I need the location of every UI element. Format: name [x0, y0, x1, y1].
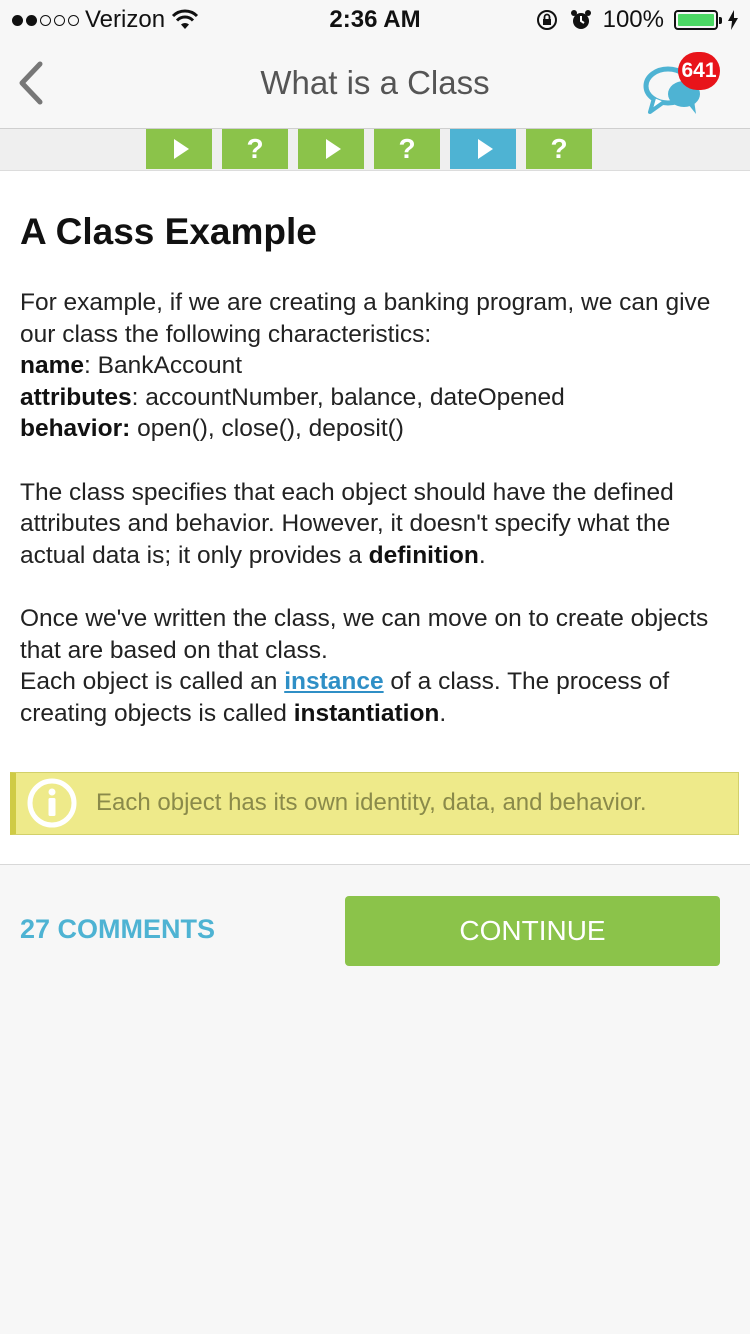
step-quiz-1[interactable]: ? [222, 129, 288, 169]
status-bar: Verizon 2:36 AM 100% [0, 0, 750, 40]
objects-text: Once we've written the class, we can mov… [20, 604, 709, 664]
instantiation-period: . [439, 699, 447, 727]
info-callout: Each object has its own identity, data, … [10, 772, 739, 835]
step-play-3-current[interactable] [450, 129, 516, 169]
attributes-value: : accountNumber, balance, dateOpened [131, 383, 565, 411]
lesson-card: A Class Example For example, if we are c… [0, 171, 750, 865]
definition-term: definition [368, 541, 479, 569]
lesson-body: For example, if we are creating a bankin… [20, 287, 735, 761]
status-right: 100% [535, 6, 738, 34]
play-icon [477, 139, 493, 159]
notification-badge: 641 [678, 52, 720, 90]
name-label: name [20, 352, 85, 380]
navigation-bar: What is a Class 641 [0, 40, 750, 129]
instance-text: Each object is called an [20, 668, 285, 696]
lesson-heading: A Class Example [20, 211, 317, 252]
attributes-label: attributes [20, 383, 132, 411]
charging-icon [728, 10, 738, 30]
discussion-button[interactable]: 641 [640, 48, 720, 120]
instantiation-term: instantiation [293, 699, 440, 727]
continue-button[interactable]: CONTINUE [345, 896, 720, 966]
lesson-progress-strip: ? ? ? [0, 129, 750, 171]
battery-percent: 100% [602, 6, 664, 33]
behavior-label: behavior: [20, 415, 131, 443]
name-value: : BankAccount [84, 352, 242, 380]
info-callout-text: Each object has its own identity, data, … [96, 789, 647, 816]
definition-text: The class specifies that each object sho… [20, 478, 674, 569]
step-play-1[interactable] [146, 129, 212, 169]
step-quiz-2[interactable]: ? [374, 129, 440, 169]
alarm-icon [570, 10, 591, 29]
play-icon [173, 139, 189, 159]
behavior-value: open(), close(), deposit() [130, 415, 404, 443]
characteristics-paragraph: For example, if we are creating a bankin… [20, 287, 735, 445]
step-play-2[interactable] [298, 129, 364, 169]
definition-period: . [478, 541, 486, 569]
page-title: What is a Class [260, 64, 490, 101]
play-icon [325, 139, 341, 159]
info-icon [27, 778, 77, 828]
instance-paragraph: Once we've written the class, we can mov… [20, 603, 735, 729]
comments-link[interactable]: 27 COMMENTS [20, 914, 215, 945]
rotation-lock-icon [536, 10, 557, 30]
step-quiz-3[interactable]: ? [526, 129, 592, 169]
intro-text: For example, if we are creating a bankin… [20, 289, 711, 348]
battery-icon [674, 10, 722, 30]
definition-paragraph: The class specifies that each object sho… [20, 477, 735, 572]
instance-glossary-link[interactable]: instance [284, 668, 383, 695]
